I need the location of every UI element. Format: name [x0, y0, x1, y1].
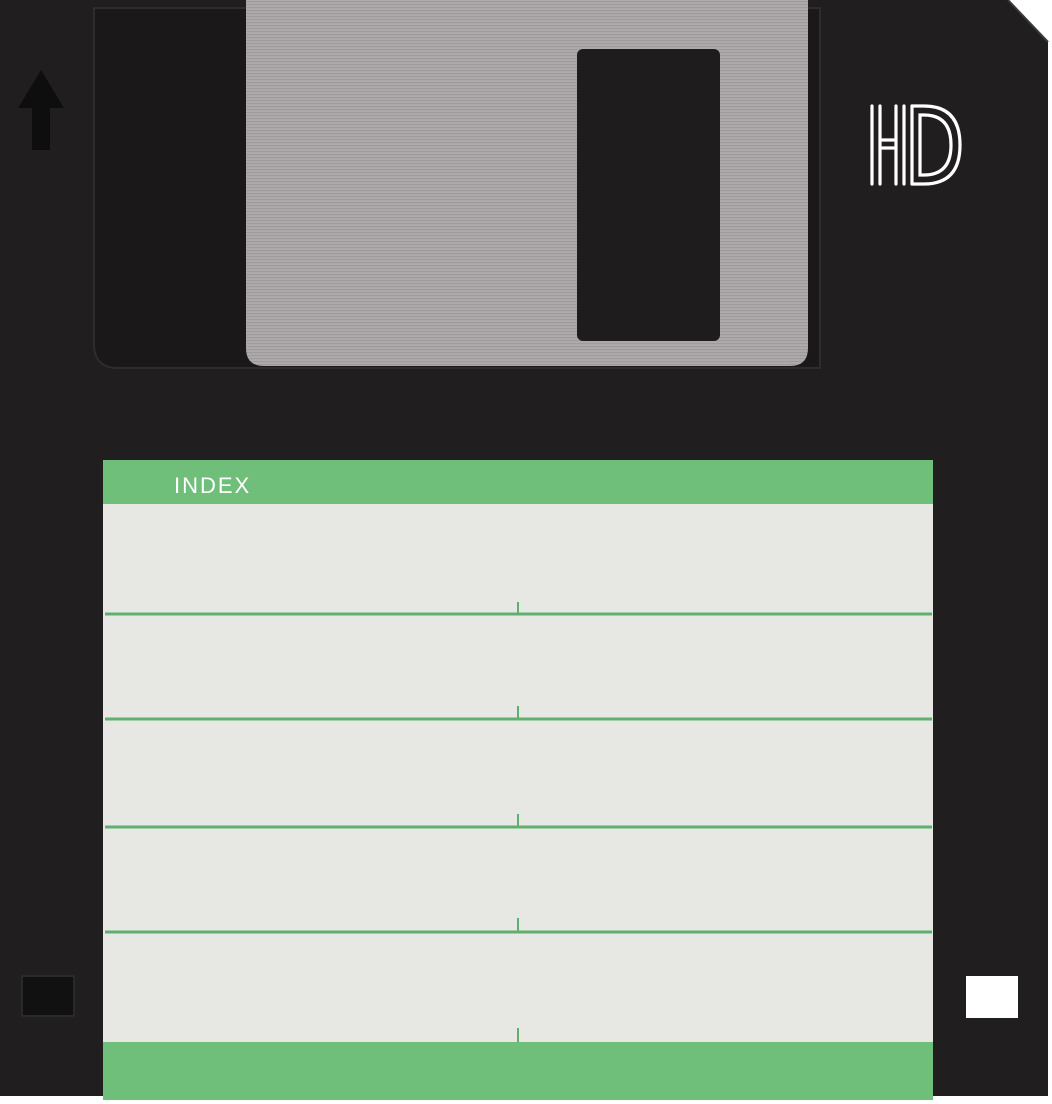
index-label [103, 460, 933, 1100]
shutter-window [577, 49, 720, 341]
floppy-disk: INDEX [0, 0, 1052, 1104]
hd-logo [870, 104, 962, 186]
metal-shutter [246, 0, 808, 366]
insert-direction-arrow-icon [18, 70, 64, 150]
write-protect-tab[interactable] [21, 975, 75, 1017]
index-heading: INDEX [174, 473, 252, 498]
high-density-hole [966, 976, 1018, 1018]
